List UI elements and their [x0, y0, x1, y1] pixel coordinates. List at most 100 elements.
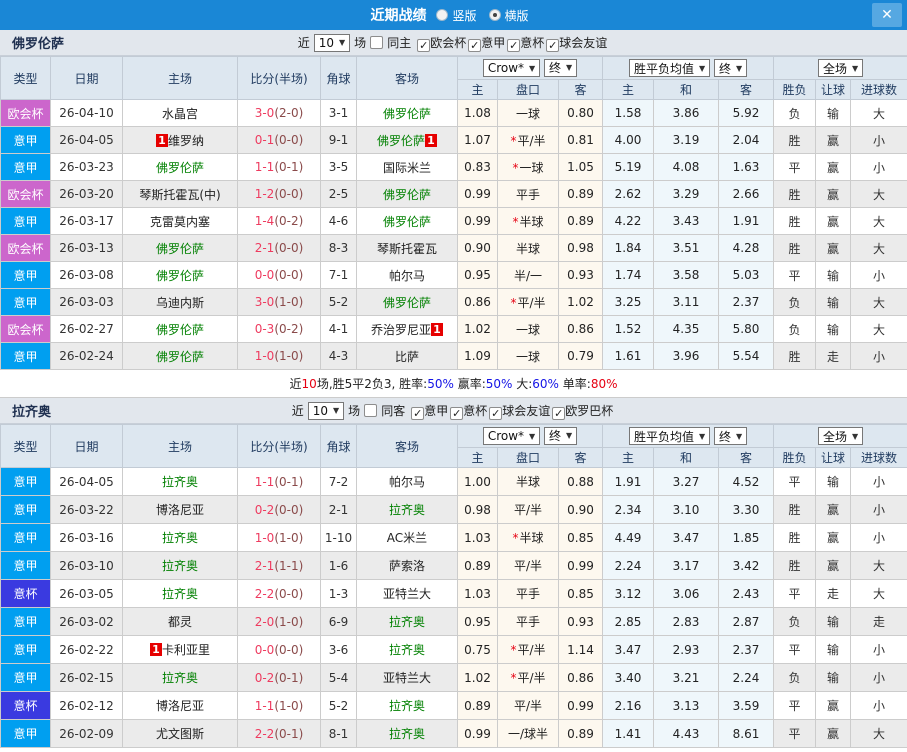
handicap-text: 一球: [515, 349, 540, 364]
filter-checkbox[interactable]: ✓: [411, 406, 425, 420]
result-cell: 胜: [773, 234, 817, 262]
filter-checkbox[interactable]: ✓: [552, 406, 566, 420]
away-team-cell: AC米兰: [356, 523, 458, 552]
result-cell: 负: [773, 99, 817, 127]
filter-controls: 近 10 ▼ 场 同主 ✓ 欧会杯 ✓ 意甲 ✓ 意杯 ✓ 球会友谊: [298, 33, 610, 52]
date-cell: 26-03-22: [50, 495, 123, 524]
match-row: 意甲 26-03-10 拉齐奥 2-1(1-1) 1-6 萨索洛 0.89 平/半 0.99 2.…: [0, 551, 907, 580]
home-team-name: 佛罗伦萨: [155, 241, 204, 256]
col-away-odds: 客: [557, 79, 604, 100]
handicap-text: 平/半: [517, 643, 546, 657]
mean-odds-dropdown[interactable]: 胜平负均值 ▼: [628, 427, 711, 445]
handicap-text: 半/一: [513, 268, 543, 283]
date-cell: 26-03-05: [50, 579, 123, 608]
full-game-dropdown[interactable]: 全场 ▼: [817, 427, 864, 445]
mean-draw-odds-cell: 3.17: [653, 551, 720, 580]
mean-draw-odds-cell: 3.06: [653, 579, 720, 608]
layout-radio-unselected[interactable]: [436, 9, 449, 21]
date-cell: 26-02-15: [50, 663, 123, 692]
crow-final-dropdown[interactable]: 终 ▼: [544, 426, 578, 445]
corners-cell: 2-1: [320, 495, 357, 524]
layout-radio-selected[interactable]: [488, 9, 501, 21]
match-row: 意甲 26-02-09 尤文图斯 2-2(0-1) 8-1 拉齐奥 0.99 一/球半 0.89…: [0, 719, 907, 748]
full-time-score: 2-1: [254, 241, 275, 255]
mean-home-odds-cell: 1.74: [602, 261, 655, 289]
filter-checkbox[interactable]: ✓: [507, 38, 521, 52]
mean-draw-odds-cell: 3.86: [653, 99, 720, 127]
section-header-lazio: 拉齐奥 近 10 ▼ 场 同客 ✓ 意甲 ✓ 意杯 ✓ 球会友谊 ✓ 欧罗巴杯: [0, 398, 907, 424]
filter-checkbox[interactable]: ✓: [468, 38, 482, 52]
corners-cell: 7-1: [320, 261, 357, 289]
crow-final-dropdown[interactable]: 终 ▼: [544, 58, 578, 77]
col-score: 比分(半场): [237, 56, 321, 100]
home-odds-cell: 1.03: [457, 523, 498, 552]
away-odds-cell: 0.99: [557, 691, 604, 720]
games-count-select[interactable]: 10 ▼: [313, 33, 351, 52]
home-team-name: 水晶宫: [161, 106, 198, 121]
layout-radio-group: 竖版 横版: [436, 7, 536, 24]
match-row: 意甲 26-02-15 拉齐奥 0-2(0-1) 5-4 亚特兰大 1.02 *平/半 0.86…: [0, 663, 907, 692]
mean-away-odds-cell: 1.63: [718, 153, 775, 181]
bookmaker-dropdown[interactable]: Crow* ▼: [482, 427, 541, 446]
mean-home-odds-cell: 4.00: [602, 126, 655, 154]
mean-draw-odds-cell: 2.93: [653, 635, 720, 664]
half-time-score: (0-0): [274, 268, 304, 282]
filter-checkbox[interactable]: ✓: [450, 406, 464, 420]
goals-result-cell: 小: [850, 635, 907, 664]
home-team-name: 博洛尼亚: [155, 503, 204, 517]
result-cell: 平: [773, 261, 817, 289]
handicap-cell: 半/一: [497, 261, 559, 289]
filter-checkbox[interactable]: ✓: [489, 406, 503, 420]
close-button[interactable]: ✕: [872, 3, 902, 27]
match-row: 意甲 26-04-05 1 维罗纳 0-1(0-0) 9-1 佛罗伦萨 1 1.07 *平/半 0.…: [0, 126, 907, 154]
home-odds-cell: 0.95: [457, 607, 498, 636]
date-cell: 26-03-23: [50, 153, 123, 181]
filter-checkbox[interactable]: ✓: [417, 38, 431, 52]
col-goals: 进球数: [850, 447, 907, 468]
home-odds-cell: 1.02: [457, 663, 498, 692]
layout-radio-label: 横版: [504, 8, 529, 23]
date-cell: 26-03-03: [50, 288, 123, 316]
away-odds-cell: 1.02: [557, 288, 604, 316]
mean-final-dropdown[interactable]: 终 ▼: [713, 427, 748, 445]
col-mean-away: 客: [718, 447, 775, 468]
away-team-name: 佛罗伦萨: [382, 187, 431, 202]
score-cell: 0-3(0-2): [237, 315, 321, 343]
home-odds-cell: 0.83: [457, 153, 498, 181]
reverse-handicap-star: *: [510, 671, 517, 685]
home-team-cell: 拉齐奥: [122, 551, 238, 580]
date-cell: 26-04-10: [50, 99, 123, 127]
half-time-score: (0-1): [274, 726, 304, 741]
full-game-dropdown[interactable]: 全场 ▼: [817, 59, 864, 77]
handicap-text: 一球: [515, 322, 540, 337]
mean-draw-odds-cell: 2.83: [653, 607, 720, 636]
mean-draw-odds-cell: 3.47: [653, 523, 720, 552]
handicap-cell: 一球: [497, 315, 559, 343]
score-cell: 1-0(1-0): [237, 342, 321, 370]
games-count-select[interactable]: 10 ▼: [307, 401, 345, 420]
mean-final-dropdown[interactable]: 终 ▼: [713, 59, 748, 77]
bookmaker-dropdown[interactable]: Crow* ▼: [482, 59, 541, 78]
away-team-name: 比萨: [394, 349, 419, 364]
result-cell: 平: [773, 467, 817, 496]
home-team-cell: 佛罗伦萨: [122, 315, 238, 343]
matches-table-lazio: 类型 日期 主场 比分(半场) 角球 客场 Crow* ▼ 终 ▼ 胜平负均值 ▼ 终…: [0, 424, 907, 748]
mean-odds-dropdown[interactable]: 胜平负均值 ▼: [628, 59, 711, 77]
filter-checkbox[interactable]: ✓: [546, 38, 560, 52]
mean-draw-odds-cell: 3.51: [653, 234, 720, 262]
away-team-name: 拉齐奥: [388, 699, 425, 713]
handicap-text: 平手: [515, 187, 540, 202]
handicap-cell: 平/半: [497, 691, 559, 720]
team-title: 拉齐奥: [12, 405, 52, 420]
handicap-result-cell: 输: [815, 288, 852, 316]
handicap-cell: 平/半: [497, 551, 559, 580]
same-venue-checkbox[interactable]: [370, 36, 384, 49]
handicap-cell: *平/半: [497, 126, 559, 154]
same-venue-checkbox[interactable]: [364, 404, 378, 417]
away-odds-cell: 0.93: [557, 607, 604, 636]
mean-away-odds-cell: 5.54: [718, 342, 775, 370]
mean-home-odds-cell: 2.62: [602, 180, 655, 208]
summary-segment: 60%: [532, 377, 559, 391]
chevron-down-icon: ▼: [333, 406, 340, 415]
result-cell: 胜: [773, 126, 817, 154]
